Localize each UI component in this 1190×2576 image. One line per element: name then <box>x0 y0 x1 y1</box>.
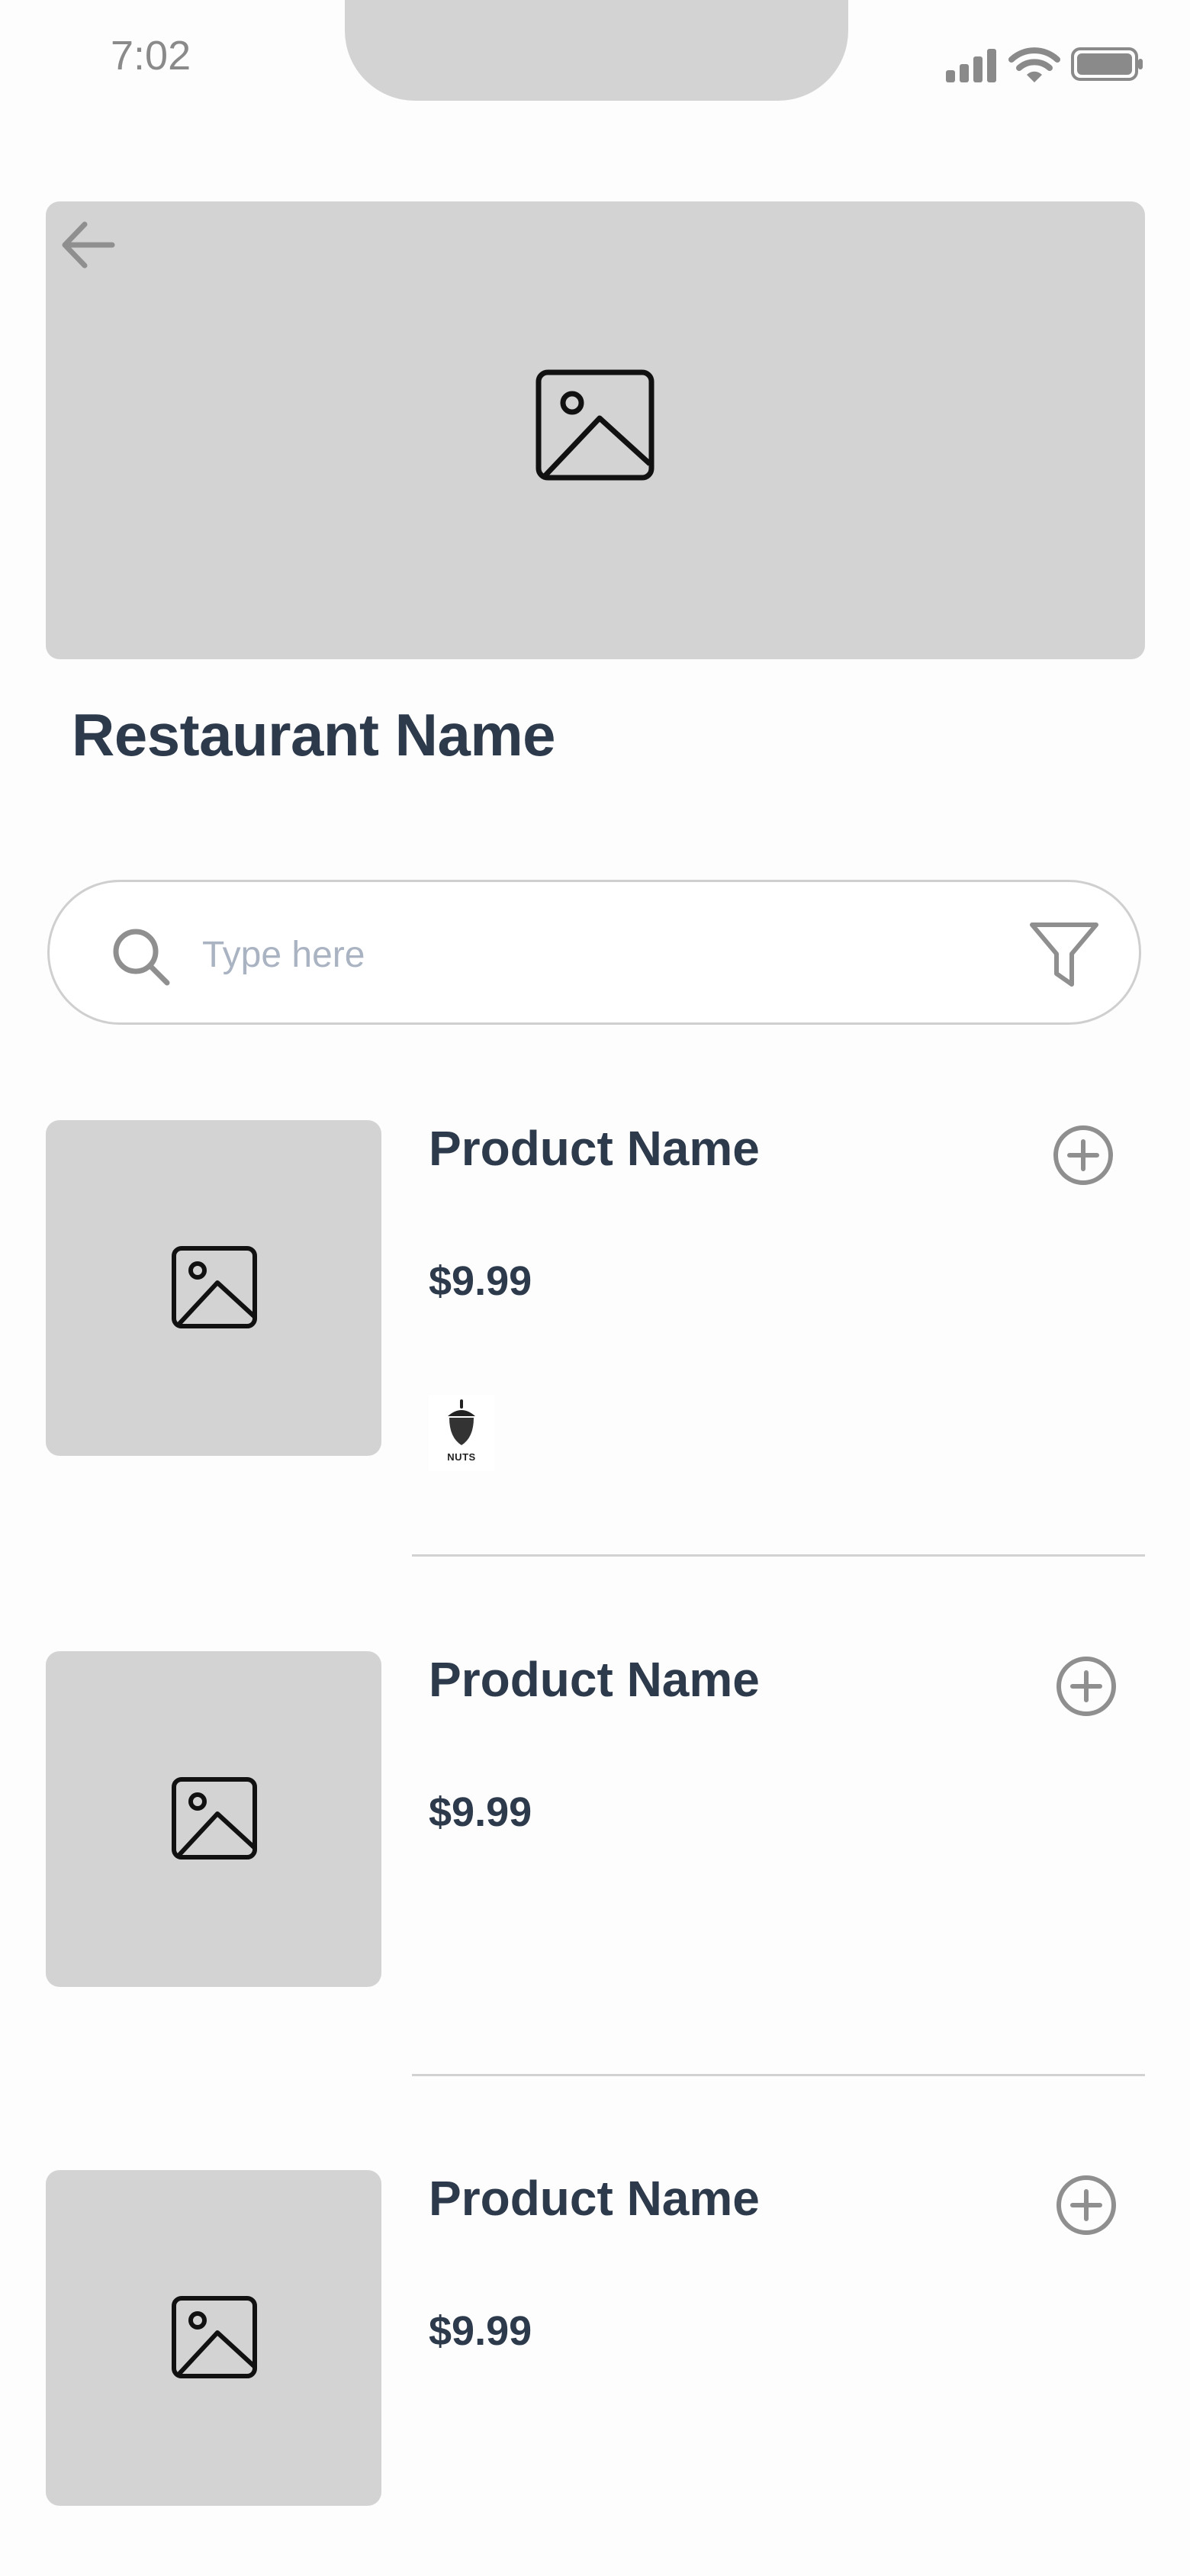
acorn-icon <box>448 1399 475 1445</box>
back-button[interactable] <box>53 211 122 279</box>
arrow-left-icon <box>62 221 115 269</box>
product-image <box>46 1651 381 1987</box>
add-to-cart-button[interactable] <box>1054 1654 1118 1718</box>
image-placeholder-icon <box>172 2296 257 2378</box>
product-name: Product Name <box>429 1652 760 1707</box>
filter-icon[interactable] <box>1028 920 1101 989</box>
product-name: Product Name <box>429 1121 760 1176</box>
divider <box>412 1554 1145 1557</box>
product-price: $9.99 <box>429 2308 532 2354</box>
image-placeholder-icon <box>536 369 654 481</box>
product-price: $9.99 <box>429 1258 532 1304</box>
search-icon <box>113 929 170 986</box>
image-placeholder-icon <box>172 1777 257 1860</box>
product-image <box>46 1120 381 1456</box>
add-to-cart-button[interactable] <box>1051 1123 1115 1187</box>
search-input[interactable] <box>201 923 966 986</box>
product-name: Product Name <box>429 2171 760 2226</box>
cellular-signal-icon <box>946 49 996 82</box>
product-image <box>46 2170 381 2506</box>
search-bar <box>47 880 1141 1025</box>
wifi-icon <box>1008 47 1060 82</box>
status-time: 7:02 <box>111 33 191 79</box>
restaurant-hero-image <box>46 201 1145 659</box>
divider <box>412 2074 1145 2076</box>
image-placeholder-icon <box>172 1246 257 1328</box>
status-bar: 7:02 <box>0 0 1190 130</box>
allergen-label: NUTS <box>447 1451 476 1463</box>
device-notch <box>345 0 848 101</box>
add-to-cart-button[interactable] <box>1054 2173 1118 2237</box>
restaurant-name: Restaurant Name <box>72 701 556 768</box>
product-price: $9.99 <box>429 1789 532 1835</box>
battery-icon <box>1071 47 1143 81</box>
allergen-badge-nuts: NUTS <box>429 1395 494 1471</box>
